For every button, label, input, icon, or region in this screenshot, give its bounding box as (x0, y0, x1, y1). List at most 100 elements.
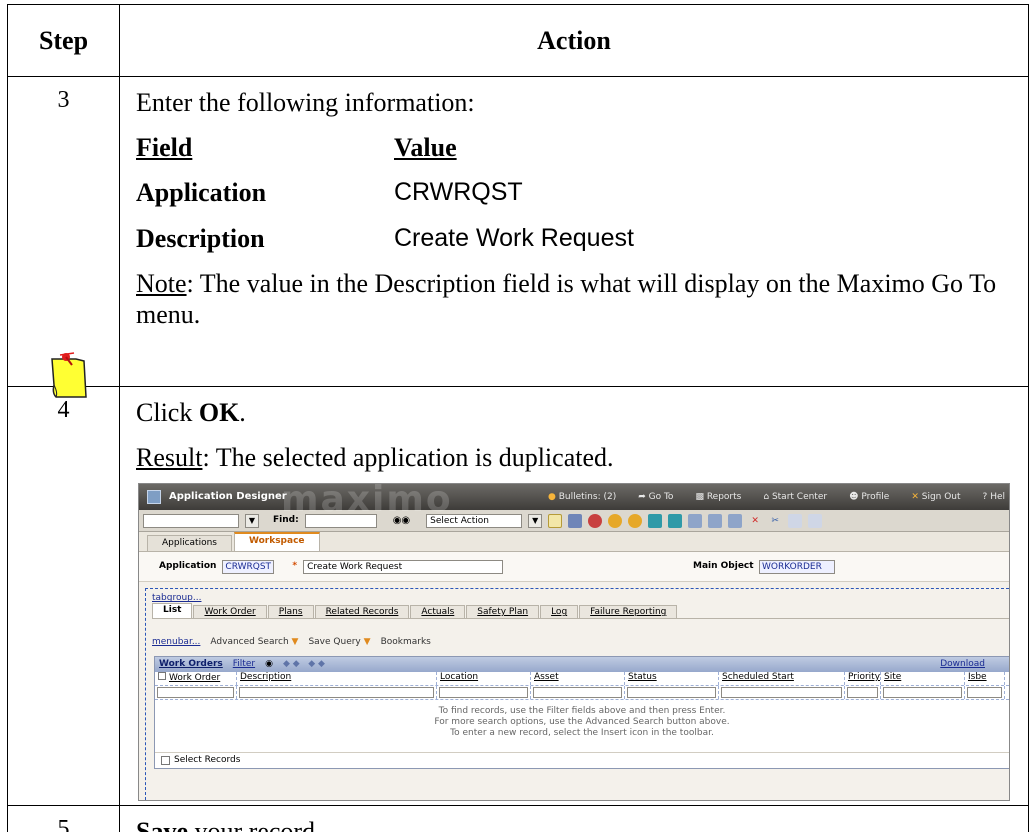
application-screenshot: Application Designer maximo ● Bulletins:… (138, 483, 1010, 802)
field-header: Field (136, 133, 193, 163)
new-icon[interactable] (548, 513, 563, 528)
table-header-columns: Work Order Description Location Asset St… (155, 671, 1009, 686)
record-header: Application CRWRQST * Create Work Reques… (139, 552, 1009, 583)
filter-input[interactable] (845, 685, 881, 699)
arrows-icon[interactable]: ◆ ◆ ◆ ◆ (283, 659, 325, 670)
column-header[interactable]: Location (437, 671, 531, 685)
filter-input[interactable] (237, 685, 437, 699)
previous-icon[interactable] (608, 513, 623, 528)
action-cell: Save your record. (119, 805, 1029, 832)
tab-failure-reporting[interactable]: Failure Reporting (579, 605, 678, 619)
app-title: Application Designer (169, 491, 287, 503)
select-records-row[interactable]: Select Records (155, 751, 1009, 768)
filter-input[interactable] (531, 685, 625, 699)
app-icon (147, 490, 161, 505)
save-icon[interactable] (568, 513, 583, 528)
chevron-down-icon[interactable]: ▼ (245, 513, 259, 528)
menubar-control[interactable]: menubar... (152, 637, 200, 648)
tab-related-records[interactable]: Related Records (314, 605, 410, 619)
designer-workspace: tabgroup... List Work Order Plans Relate… (145, 588, 1009, 801)
cut-icon[interactable]: ✂ (768, 514, 782, 528)
goto-link[interactable]: ➦ Go To (638, 492, 673, 503)
brand-logo: maximo (281, 483, 453, 521)
start-center-link[interactable]: ⌂ Start Center (763, 492, 827, 503)
instruction-text: Click OK. (136, 398, 246, 427)
download-link[interactable]: Download (940, 659, 985, 670)
toolbar: ▼ Find: ◉◉ Select Action ▼ ✕ ✂ (139, 510, 1009, 533)
column-header[interactable]: Scheduled Start (719, 671, 845, 685)
table-row: 4 Click OK. Result: The selected applica… (7, 385, 1029, 807)
description-field[interactable]: Create Work Request (303, 559, 504, 574)
tab-applications[interactable]: Applications (147, 535, 232, 552)
main-object-field[interactable]: WORKORDER (759, 559, 835, 574)
table-title[interactable]: Work Orders (159, 659, 223, 670)
app-tabs: Applications Workspace (139, 532, 1009, 553)
bulletins-link[interactable]: ● Bulletins: (2) (548, 492, 616, 503)
column-icon[interactable] (708, 513, 723, 528)
record-select[interactable] (143, 513, 239, 528)
tab-safety-plan[interactable]: Safety Plan (466, 605, 540, 619)
instruction-text: Enter the following information: (136, 88, 475, 117)
application-label: Application (159, 561, 217, 572)
route-icon[interactable] (588, 513, 603, 528)
save-query-menu[interactable]: Save Query ▼ (308, 637, 370, 648)
filter-input[interactable] (625, 685, 719, 699)
tab-workspace[interactable]: Workspace (233, 532, 320, 552)
reports-link[interactable]: ▩ Reports (695, 492, 741, 503)
next-icon[interactable] (628, 513, 643, 528)
layout-icon[interactable] (728, 513, 743, 528)
filter-input[interactable] (881, 685, 965, 699)
import-icon[interactable] (648, 513, 663, 528)
tab-actuals[interactable]: Actuals (410, 605, 466, 619)
binoculars-icon[interactable]: ◉ (265, 659, 273, 670)
profile-link[interactable]: ☻ Profile (849, 492, 889, 503)
main-object-label: Main Object (693, 561, 754, 572)
chevron-down-icon[interactable]: ▼ (528, 513, 543, 528)
tab-list[interactable]: List (152, 603, 193, 619)
select-records-label: Select Records (174, 755, 241, 766)
field-value-row: Description Create Work Request (136, 223, 1028, 254)
sign-out-link[interactable]: ✕ Sign Out (911, 492, 960, 503)
application-field[interactable]: CRWRQST (222, 559, 275, 574)
table-row: 3 Enter the following information: Field… (7, 76, 1029, 398)
column-header[interactable]: Site (881, 671, 965, 685)
title-links: ● Bulletins: (2) ➦ Go To ▩ Reports ⌂ Sta… (548, 492, 1005, 503)
tab-work-order[interactable]: Work Order (193, 605, 267, 619)
tab-plans[interactable]: Plans (267, 605, 314, 619)
step-column-header: Step (7, 4, 120, 77)
column-header[interactable]: Asset (531, 671, 625, 685)
tab-log[interactable]: Log (540, 605, 579, 619)
paste-icon[interactable] (808, 513, 823, 528)
designer-tabs: List Work Order Plans Related Records Ac… (152, 603, 1009, 620)
export-icon[interactable] (668, 513, 683, 528)
checkbox[interactable] (161, 755, 170, 765)
filter-input[interactable] (437, 685, 531, 699)
result-label: Result (136, 443, 203, 473)
advanced-search-menu[interactable]: Advanced Search ▼ (210, 637, 298, 648)
copy-icon[interactable] (788, 513, 803, 528)
grid-icon[interactable] (688, 513, 703, 528)
column-header[interactable]: Isbe (965, 671, 1005, 685)
note-text: Note: The value in the Description field… (136, 268, 997, 329)
filter-input[interactable] (719, 685, 845, 699)
note-label: Note (136, 268, 187, 298)
filter-link[interactable]: Filter (233, 659, 255, 670)
field-name: Application (136, 178, 267, 208)
column-header[interactable]: Priority (845, 671, 881, 685)
help-link[interactable]: ? Hel (983, 492, 1005, 503)
bookmarks-menu[interactable]: Bookmarks (381, 637, 431, 648)
column-header[interactable]: Work Order (155, 671, 237, 685)
action-cell: Enter the following information: Field V… (119, 76, 1029, 387)
instruction-table: Step Action 3 Enter the following inform… (7, 4, 1029, 832)
action-cell: Click OK. Result: The selected applicati… (119, 385, 1029, 807)
filter-input[interactable] (155, 685, 237, 699)
delete-icon[interactable]: ✕ (748, 514, 762, 528)
filter-input[interactable] (965, 685, 1005, 699)
column-header[interactable]: Status (625, 671, 719, 685)
menubar: menubar... Advanced Search ▼ Save Query … (152, 637, 1009, 648)
tabgroup-control[interactable]: tabgroup... (152, 593, 1009, 604)
column-header[interactable]: Description (237, 671, 437, 685)
table-title-bar: Work Orders Filter ◉ ◆ ◆ ◆ ◆ Download (155, 656, 1009, 672)
work-orders-table: Work Orders Filter ◉ ◆ ◆ ◆ ◆ Download Wo… (154, 655, 1009, 769)
field-value: CRWRQST (394, 178, 523, 207)
